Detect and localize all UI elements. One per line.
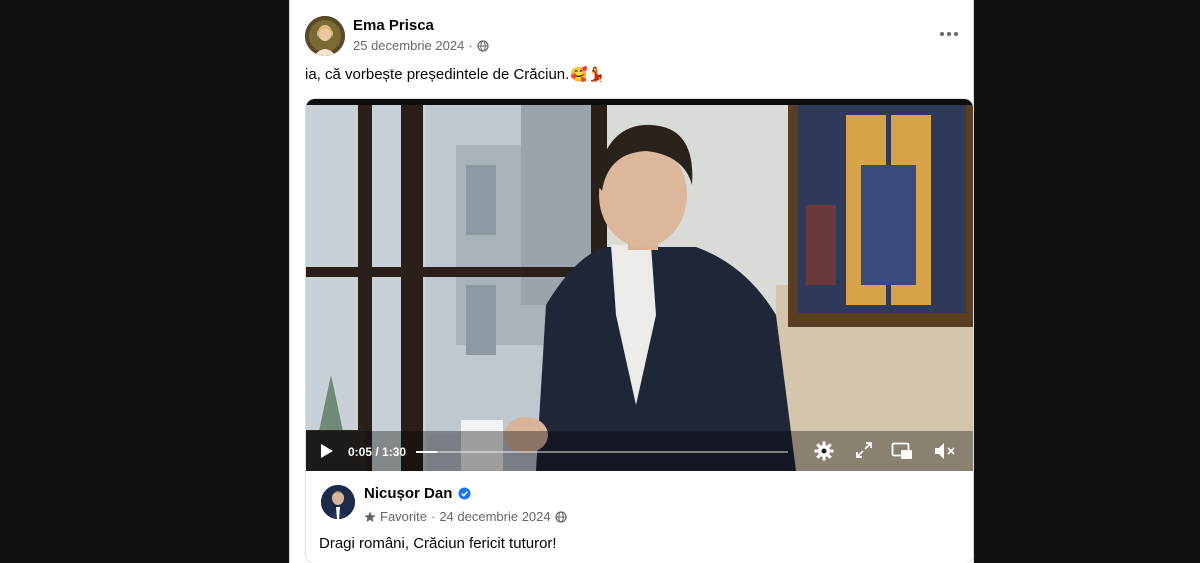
progress-bar[interactable]	[416, 451, 788, 453]
progress-fill	[416, 451, 437, 453]
shared-post-card[interactable]: 0:05 / 1:30 Nicușor Dan Favorite · 24 de…	[305, 98, 973, 563]
globe-icon[interactable]	[477, 39, 489, 52]
picture-in-picture-icon[interactable]	[891, 441, 913, 461]
shared-author-name[interactable]: Nicușor Dan	[364, 485, 452, 502]
author-name[interactable]: Ema Prisca	[353, 17, 434, 34]
fullscreen-icon[interactable]	[855, 441, 873, 459]
video-player[interactable]: 0:05 / 1:30	[306, 99, 973, 471]
post-caption: ia, că vorbește președintele de Crăciun.…	[305, 66, 605, 83]
more-dot-icon	[940, 32, 944, 36]
muted-volume-icon[interactable]	[933, 441, 957, 461]
shared-author-name-row: Nicușor Dan	[364, 485, 471, 502]
play-icon[interactable]	[320, 443, 334, 459]
meta-separator: ·	[430, 509, 436, 524]
author-avatar[interactable]	[305, 16, 345, 56]
shared-post-meta: Favorite · 24 decembrie 2024	[364, 509, 567, 524]
more-options-button[interactable]	[935, 20, 963, 48]
video-frame	[306, 105, 973, 471]
more-dot-icon	[954, 32, 958, 36]
star-icon	[364, 511, 376, 522]
shared-post-footer: Nicușor Dan Favorite · 24 decembrie 2024	[306, 471, 973, 563]
shared-post-date[interactable]: 24 decembrie 2024	[439, 509, 550, 524]
caption-text: ia, că vorbește președintele de Crăciun.	[305, 66, 570, 83]
video-controls: 0:05 / 1:30	[306, 431, 973, 471]
shared-author-avatar[interactable]	[321, 485, 355, 519]
facebook-post: Ema Prisca 25 decembrie 2024 · ia, că vo…	[289, 0, 974, 563]
shared-post-text: Dragi români, Crăciun fericit tuturor!	[319, 535, 557, 552]
globe-icon[interactable]	[555, 510, 567, 523]
post-date[interactable]: 25 decembrie 2024	[353, 38, 464, 53]
more-dot-icon	[947, 32, 951, 36]
settings-gear-icon[interactable]	[814, 441, 834, 461]
verified-badge-icon	[458, 487, 471, 500]
meta-separator: ·	[468, 38, 473, 53]
caption-emojis: 🥰💃	[570, 66, 606, 82]
video-time: 0:05 / 1:30	[348, 445, 407, 459]
favorite-label: Favorite	[380, 509, 427, 524]
post-meta: 25 decembrie 2024 ·	[353, 38, 489, 53]
